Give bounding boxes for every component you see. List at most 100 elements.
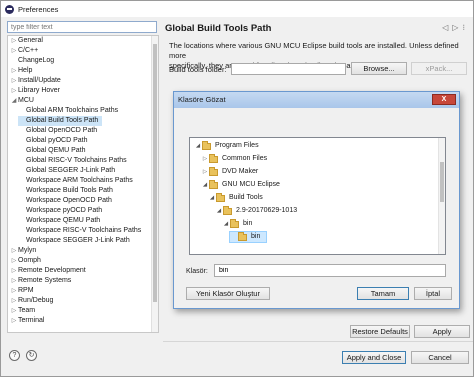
collapsed-arrow-icon[interactable]: ▷: [10, 36, 18, 46]
apply-button[interactable]: Apply: [414, 325, 470, 338]
folder-tree-item[interactable]: ◢ Build Tools: [208, 192, 263, 204]
collapsed-arrow-icon[interactable]: ▷: [10, 276, 18, 286]
back-icon[interactable]: ◁: [442, 23, 448, 32]
tree-item[interactable]: Workspace ARM Toolchains Paths: [18, 176, 133, 186]
tree-item-label: Workspace SEGGER J-Link Path: [26, 237, 130, 244]
apply-and-close-button[interactable]: Apply and Close: [342, 351, 406, 364]
dialog-close-button[interactable]: X: [432, 94, 456, 105]
tree-item[interactable]: ▷ Remote Systems: [10, 276, 72, 286]
tree-item-label: Workspace QEMU Path: [26, 217, 101, 224]
ok-button[interactable]: Tamam: [357, 287, 409, 300]
tree-item[interactable]: Workspace Build Tools Path: [18, 186, 113, 196]
build-tools-folder-input[interactable]: [231, 63, 346, 75]
browse-button[interactable]: Browse...: [351, 62, 407, 75]
tree-item[interactable]: Global QEMU Path: [18, 146, 86, 156]
collapsed-arrow-icon[interactable]: ▷: [10, 266, 18, 276]
expanded-arrow-icon[interactable]: ◢: [215, 205, 223, 217]
tree-item-label: Global OpenOCD Path: [26, 127, 98, 134]
tree-item[interactable]: ▷ Run/Debug: [10, 296, 54, 306]
expanded-arrow-icon[interactable]: ◢: [201, 179, 209, 191]
tree-item-label: Remote Development: [18, 267, 86, 274]
folder-tree-item[interactable]: ◢ bin: [222, 218, 252, 230]
tree-item[interactable]: ▷ RPM: [10, 286, 34, 296]
tree-item[interactable]: ▷ Install/Update: [10, 76, 61, 86]
preferences-tree[interactable]: ▷ General ▷ C/C++ ChangeLog ▷ Help ▷ Install/Upd…: [7, 35, 159, 333]
folder-tree-item[interactable]: ◢ Program Files: [194, 140, 259, 152]
tree-scrollbar[interactable]: [151, 36, 158, 332]
tree-item[interactable]: ▷ Mylyn: [10, 246, 37, 256]
expanded-arrow-icon[interactable]: ◢: [222, 218, 230, 230]
folder-icon: [202, 140, 211, 150]
collapsed-arrow-icon[interactable]: ▷: [10, 316, 18, 326]
dialog-cancel-button[interactable]: İptal: [414, 287, 452, 300]
build-tools-folder-label: Build tools folder:: [169, 65, 227, 74]
tree-item[interactable]: Workspace SEGGER J-Link Path: [18, 236, 130, 246]
expanded-arrow-icon[interactable]: ◢: [10, 96, 18, 106]
forward-icon[interactable]: ▷: [452, 23, 458, 32]
tree-item[interactable]: ▷ Library Hover: [10, 86, 60, 96]
folder-tree-item[interactable]: ◢ GNU MCU Eclipse: [201, 179, 280, 191]
tree-item[interactable]: Workspace OpenOCD Path: [18, 196, 112, 206]
collapsed-arrow-icon[interactable]: ▷: [10, 86, 18, 96]
folder-tree-item[interactable]: ◢ 2.9-20170629-1013: [215, 205, 297, 217]
folder-tree-item-label: DVD Maker: [222, 168, 259, 175]
tree-item[interactable]: ▷ Help: [10, 66, 33, 76]
cancel-button[interactable]: Cancel: [411, 351, 469, 364]
tree-item-label: Workspace ARM Toolchains Paths: [26, 177, 133, 184]
collapsed-arrow-icon[interactable]: ▷: [10, 76, 18, 86]
filter-input[interactable]: [7, 21, 157, 33]
tree-item[interactable]: ◢ MCU: [10, 96, 34, 106]
tree-item[interactable]: ▷ Oomph: [10, 256, 41, 266]
tree-item[interactable]: ▷ C/C++: [10, 46, 39, 56]
expanded-arrow-icon[interactable]: ◢: [194, 140, 202, 152]
tree-item[interactable]: ▷ Team: [10, 306, 35, 316]
collapsed-arrow-icon[interactable]: ▷: [10, 246, 18, 256]
view-menu-icon[interactable]: ⁝: [462, 23, 465, 32]
folder-tree-scrollbar[interactable]: [438, 138, 445, 254]
collapsed-arrow-icon[interactable]: ▷: [10, 306, 18, 316]
tree-scrollbar-thumb[interactable]: [153, 44, 157, 302]
tree-item[interactable]: Global pyOCD Path: [18, 136, 87, 146]
collapsed-arrow-icon[interactable]: ▷: [10, 46, 18, 56]
tree-item[interactable]: ▷ General: [10, 36, 43, 46]
xpack-button[interactable]: xPack...: [411, 62, 467, 75]
folder-name-input[interactable]: [214, 264, 446, 277]
title-bar: Preferences: [1, 1, 473, 17]
tree-item[interactable]: Global RISC-V Toolchains Paths: [18, 156, 127, 166]
tree-item-label: Mylyn: [18, 247, 37, 254]
import-export-icon[interactable]: ↻: [26, 350, 37, 361]
tree-item[interactable]: ChangeLog: [10, 56, 54, 66]
tree-item[interactable]: Global ARM Toolchains Paths: [18, 106, 118, 116]
collapsed-arrow-icon[interactable]: ▷: [10, 66, 18, 76]
tree-item[interactable]: ▷ Remote Development: [10, 266, 86, 276]
folder-tree-scrollbar-thumb[interactable]: [440, 162, 444, 202]
footer-separator: [163, 341, 473, 342]
new-folder-button[interactable]: Yeni Klasör Oluştur: [186, 287, 270, 300]
folder-icon: [209, 166, 218, 176]
tree-item[interactable]: Workspace RISC-V Toolchains Paths: [18, 226, 141, 236]
tree-item-label: ChangeLog: [18, 57, 55, 64]
collapsed-arrow-icon[interactable]: ▷: [10, 256, 18, 266]
help-icon[interactable]: ?: [9, 350, 20, 361]
tree-item[interactable]: Global SEGGER J-Link Path: [18, 166, 115, 176]
dialog-title: Klasöre Gözat: [178, 95, 226, 104]
folder-tree-item[interactable]: ▷ DVD Maker: [201, 166, 258, 178]
collapsed-arrow-icon[interactable]: ▷: [10, 286, 18, 296]
tree-item[interactable]: Workspace pyOCD Path: [18, 206, 102, 216]
collapsed-arrow-icon[interactable]: ▷: [201, 153, 209, 165]
tree-item-label: Global SEGGER J-Link Path: [26, 167, 116, 174]
tree-item[interactable]: Global Build Tools Path: [18, 116, 103, 126]
collapsed-arrow-icon[interactable]: ▷: [10, 296, 18, 306]
tree-item[interactable]: Global OpenOCD Path: [18, 126, 97, 136]
tree-item[interactable]: Workspace QEMU Path: [18, 216, 100, 226]
tree-item-label: Global pyOCD Path: [26, 137, 88, 144]
collapsed-arrow-icon[interactable]: ▷: [201, 166, 209, 178]
folder-tree-item[interactable]: ▷ Common Files: [201, 153, 267, 165]
expanded-arrow-icon[interactable]: ◢: [208, 192, 216, 204]
folder-icon: [230, 218, 239, 228]
folder-tree-item[interactable]: bin: [229, 231, 268, 243]
restore-defaults-button[interactable]: Restore Defaults: [350, 325, 410, 338]
folder-tree[interactable]: ◢ Program Files ▷ Common Files ▷ DVD Maker ◢ GN…: [189, 137, 446, 255]
dialog-title-bar: Klasöre Gözat: [174, 92, 459, 108]
tree-item[interactable]: ▷ Terminal: [10, 316, 45, 326]
